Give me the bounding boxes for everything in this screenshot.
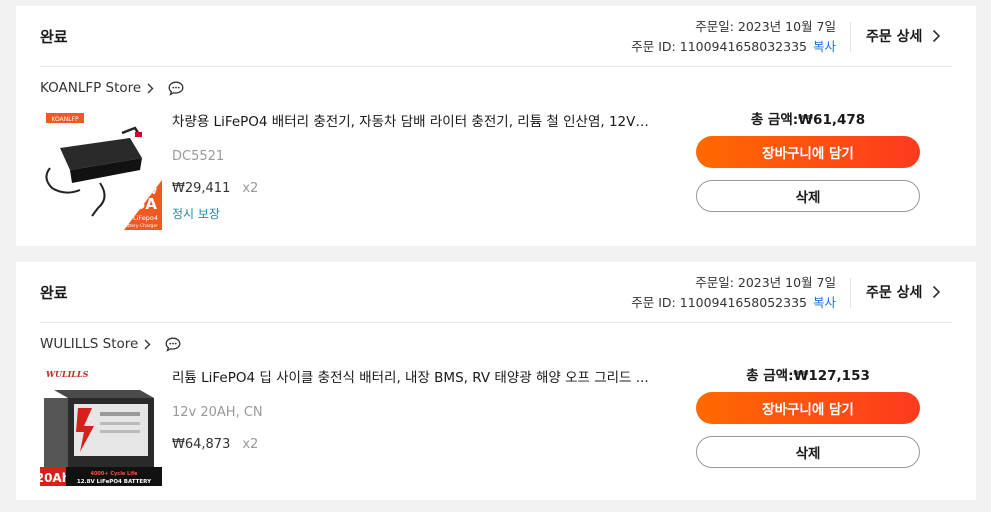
product-info: 차량용 LiFePO4 배터리 충전기, 자동차 담배 라이터 충전기, 리튬 … (172, 110, 652, 222)
thumb-spec-type: Car LiFepo4 (120, 214, 158, 222)
order-total: 총 금액:₩127,153 (746, 368, 870, 384)
order-card: 완료 주문일: 2023년 10월 7일 주문 ID: 110094165803… (16, 6, 976, 246)
order-card: 완료 주문일: 2023년 10월 7일 주문 ID: 110094165805… (16, 262, 976, 500)
product-thumbnail[interactable]: WULILLS 20Ah 4000+ Cycle Life 12.8V LiFe… (40, 364, 162, 486)
unit-price: ₩64,873 (172, 437, 231, 452)
guarantee-badge[interactable]: 정시 보장 (172, 205, 652, 222)
order-status: 완료 (40, 284, 68, 302)
divider (40, 322, 952, 323)
chat-icon[interactable] (168, 81, 184, 96)
order-id-row: 주문 ID: 1100941658032335 복사 (631, 37, 836, 57)
quantity: x2 (242, 437, 259, 452)
divider (850, 278, 851, 308)
chevron-right-icon (933, 285, 941, 299)
order-id-row: 주문 ID: 1100941658052335 복사 (631, 293, 836, 313)
delete-button[interactable]: 삭제 (696, 436, 920, 468)
order-actions: 총 금액:₩61,478 장바구니에 담기 삭제 (696, 110, 920, 212)
chevron-right-icon (147, 83, 154, 93)
store-link[interactable]: KOANLFP Store (40, 80, 141, 96)
order-detail-button[interactable]: 주문 상세 (866, 282, 941, 302)
order-detail-label: 주문 상세 (866, 29, 923, 45)
thumb-brand: WULILLS (46, 369, 89, 379)
thumb-spec-desc: Battery Charger (122, 223, 158, 229)
order-detail-label: 주문 상세 (866, 285, 923, 301)
copy-order-id-link[interactable]: 복사 (813, 39, 836, 54)
quantity: x2 (242, 181, 259, 196)
chevron-right-icon (144, 339, 151, 349)
order-id: 주문 ID: 1100941658032335 (631, 39, 807, 54)
product-thumbnail[interactable]: KOANLFP 14.6V 5A Car LiFepo4 Battery Cha… (40, 108, 162, 230)
unit-price: ₩29,411 (172, 181, 231, 196)
battery-product-image: WULILLS 20Ah 4000+ Cycle Life 12.8V LiFe… (40, 364, 162, 486)
product-title[interactable]: 리튬 LiFePO4 딥 사이클 충전식 배터리, 내장 BMS, RV 태양광… (172, 366, 650, 386)
order-meta: 주문일: 2023년 10월 7일 주문 ID: 110094165803233… (631, 17, 836, 57)
thumb-type: 12.8V LiFePO4 BATTERY (77, 479, 152, 485)
product-info: 리튬 LiFePO4 딥 사이클 충전식 배터리, 내장 BMS, RV 태양광… (172, 366, 652, 452)
store-row: WULILLS Store (40, 336, 181, 352)
add-to-cart-button[interactable]: 장바구니에 담기 (696, 392, 920, 424)
product-variant: 12v 20AH, CN (172, 405, 263, 420)
order-date: 주문일: 2023년 10월 7일 (695, 19, 836, 34)
chat-icon[interactable] (165, 337, 181, 352)
price-row: ₩64,873 x2 (172, 437, 652, 452)
price-row: ₩29,411 x2 (172, 181, 652, 196)
product-variant: DC5521 (172, 149, 225, 164)
divider (40, 66, 952, 67)
store-row: KOANLFP Store (40, 80, 184, 96)
order-date: 주문일: 2023년 10월 7일 (695, 275, 836, 290)
order-detail-button[interactable]: 주문 상세 (866, 26, 941, 46)
order-actions: 총 금액:₩127,153 장바구니에 담기 삭제 (696, 366, 920, 468)
order-total: 총 금액:₩61,478 (750, 112, 866, 128)
thumb-capacity: 20Ah (40, 471, 70, 485)
thumb-spec-current: 5A (135, 195, 157, 213)
delete-button[interactable]: 삭제 (696, 180, 920, 212)
order-meta: 주문일: 2023년 10월 7일 주문 ID: 110094165805233… (631, 273, 836, 313)
copy-order-id-link[interactable]: 복사 (813, 295, 836, 310)
add-to-cart-button[interactable]: 장바구니에 담기 (696, 136, 920, 168)
order-status: 완료 (40, 28, 68, 46)
order-id: 주문 ID: 1100941658052335 (631, 295, 807, 310)
charger-product-image: KOANLFP 14.6V 5A Car LiFepo4 Battery Cha… (40, 108, 162, 230)
thumb-cycle: 4000+ Cycle Life (90, 471, 138, 477)
chevron-right-icon (933, 29, 941, 43)
product-title[interactable]: 차량용 LiFePO4 배터리 충전기, 자동차 담배 라이터 충전기, 리튬 … (172, 110, 650, 130)
divider (850, 22, 851, 52)
store-link[interactable]: WULILLS Store (40, 336, 138, 352)
thumb-brand: KOANLFP (51, 116, 79, 123)
